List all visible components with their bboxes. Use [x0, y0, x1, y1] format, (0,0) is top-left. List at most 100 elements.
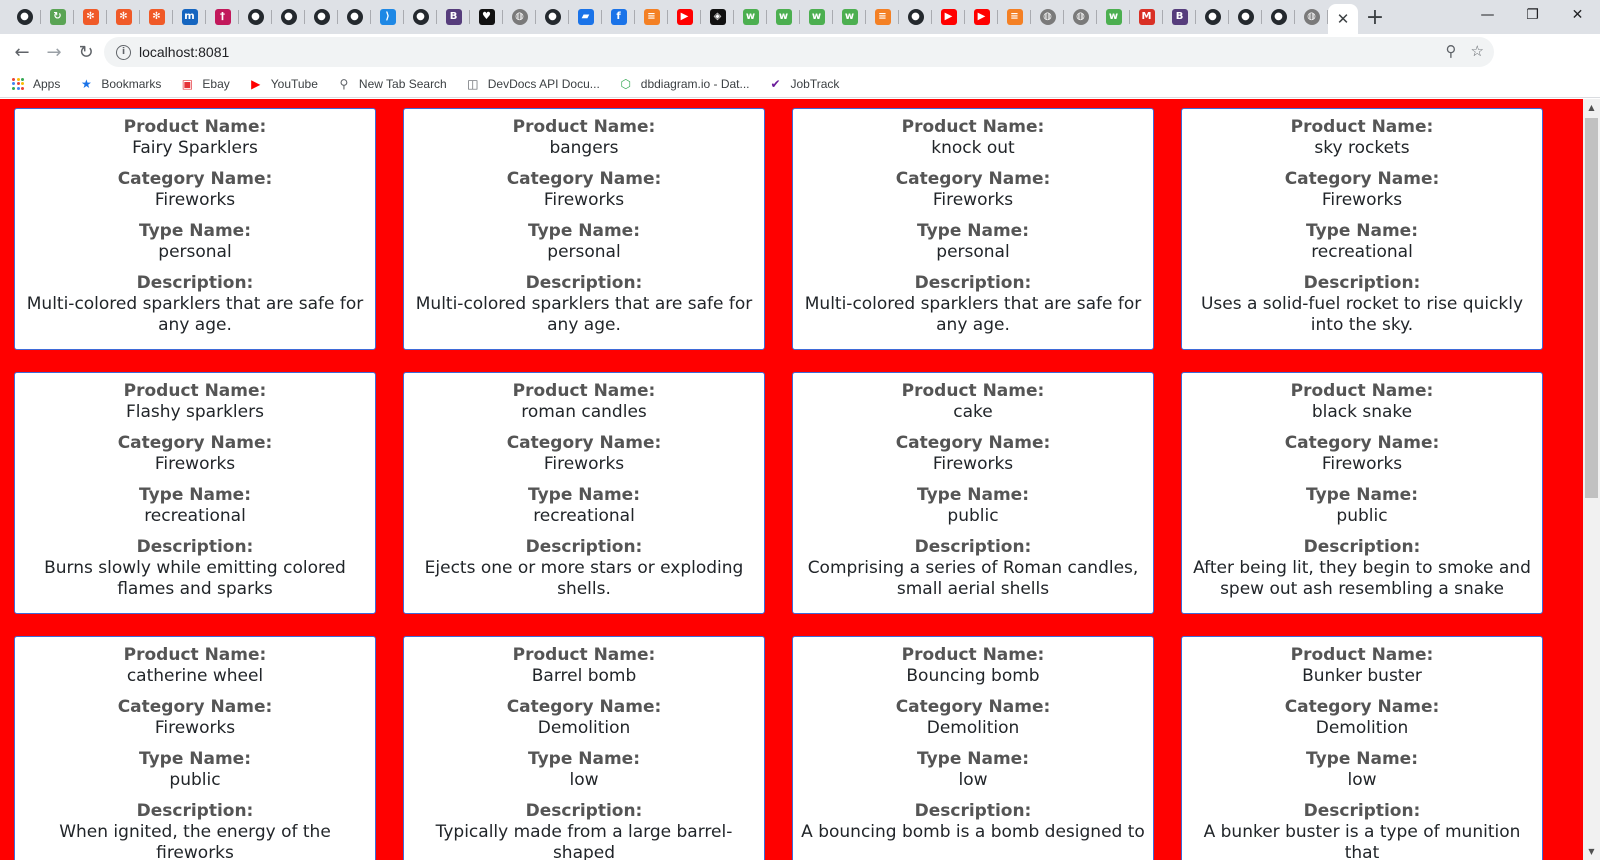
- github-icon: ●: [1237, 9, 1254, 25]
- pinned-tab[interactable]: ●: [899, 0, 932, 34]
- active-tab[interactable]: ✕: [1328, 4, 1358, 34]
- product-name-value: bangers: [549, 138, 619, 158]
- github-icon: ●: [1270, 9, 1287, 25]
- pinned-tab[interactable]: ▰: [569, 0, 602, 34]
- pinned-tab[interactable]: ●: [1229, 0, 1262, 34]
- forward-arrow-icon[interactable]: →: [38, 36, 70, 68]
- browser-toolbar: ← → ↻ i localhost:8081 ⚲ ☆ ⋮: [0, 34, 1600, 96]
- pinned-tab[interactable]: ●: [338, 0, 371, 34]
- pinned-tab[interactable]: ●: [272, 0, 305, 34]
- bookmark-item[interactable]: ◫ DevDocs API Docu...: [465, 76, 600, 92]
- pinned-tab[interactable]: ▶: [965, 0, 998, 34]
- bookmark-item[interactable]: ✔ JobTrack: [768, 76, 839, 92]
- pinned-tab[interactable]: M: [1130, 0, 1163, 34]
- scroll-up-icon[interactable]: ▲: [1583, 99, 1600, 116]
- pinned-tab[interactable]: w: [833, 0, 866, 34]
- type-name-value: low: [958, 770, 988, 790]
- new-tab-button[interactable]: +: [1358, 5, 1392, 30]
- category-name-value: Fireworks: [543, 454, 625, 474]
- pinned-tab[interactable]: w: [800, 0, 833, 34]
- pinned-tab[interactable]: ●: [404, 0, 437, 34]
- category-name-value: Fireworks: [154, 454, 236, 474]
- description-value: Ejects one or more stars or exploding sh…: [424, 558, 744, 599]
- type-name-value: public: [169, 770, 221, 790]
- pinned-tab[interactable]: ●: [536, 0, 569, 34]
- pinned-tab[interactable]: ◍: [1295, 0, 1328, 34]
- bookmark-item[interactable]: ▣ Ebay: [179, 76, 230, 92]
- pinned-tab[interactable]: ≡: [635, 0, 668, 34]
- pinned-tab[interactable]: ◍: [503, 0, 536, 34]
- restore-button[interactable]: ❐: [1510, 0, 1555, 30]
- pinned-tab[interactable]: ●: [305, 0, 338, 34]
- product-name-label: Product Name:: [123, 381, 267, 401]
- scrollbar-thumb[interactable]: [1585, 118, 1598, 498]
- vertical-scrollbar[interactable]: ▲ ▼: [1583, 99, 1600, 860]
- zoom-search-icon[interactable]: ⚲: [1446, 42, 1457, 60]
- type-name-label: Type Name:: [1305, 221, 1419, 241]
- w3schools-icon: w: [808, 9, 825, 25]
- pinned-tab[interactable]: ●: [8, 0, 41, 34]
- category-name-label: Category Name:: [506, 169, 662, 189]
- type-name-label: Type Name:: [527, 485, 641, 505]
- youtube-icon: ▶: [973, 9, 990, 25]
- close-window-button[interactable]: ✕: [1555, 0, 1600, 30]
- pinned-tab[interactable]: ✻: [140, 0, 173, 34]
- github-icon: ●: [1204, 9, 1221, 25]
- pinned-tab[interactable]: ●: [1196, 0, 1229, 34]
- bookmark-item[interactable]: Apps: [10, 76, 60, 92]
- pinned-tab[interactable]: w: [734, 0, 767, 34]
- pinned-tab[interactable]: ⟩: [371, 0, 404, 34]
- pinned-tab[interactable]: ◍: [1031, 0, 1064, 34]
- pinned-tab[interactable]: ◍: [1064, 0, 1097, 34]
- close-tab-icon[interactable]: ✕: [1337, 10, 1350, 28]
- pinned-tab[interactable]: ↻: [41, 0, 74, 34]
- category-name-label: Category Name:: [1284, 169, 1440, 189]
- bookmark-item[interactable]: ★ Bookmarks: [78, 76, 161, 92]
- scroll-down-icon[interactable]: ▼: [1583, 843, 1600, 860]
- pinned-tab[interactable]: ≡: [998, 0, 1031, 34]
- pinned-tab[interactable]: ◈: [701, 0, 734, 34]
- pinned-tab[interactable]: ▶: [668, 0, 701, 34]
- github-icon: ●: [412, 9, 429, 25]
- minimize-button[interactable]: —: [1465, 0, 1510, 30]
- type-name-label: Type Name:: [1305, 749, 1419, 769]
- pinned-tab[interactable]: ≡: [866, 0, 899, 34]
- type-name-label: Type Name:: [916, 485, 1030, 505]
- description-label: Description:: [136, 801, 254, 821]
- youtube-icon: ▶: [251, 76, 261, 91]
- pinned-tab[interactable]: w: [1097, 0, 1130, 34]
- bookmark-item[interactable]: ⚲ New Tab Search: [336, 76, 447, 92]
- bookmark-item[interactable]: ▶ YouTube: [248, 76, 318, 92]
- url-text[interactable]: localhost:8081: [139, 44, 229, 60]
- bookmark-item[interactable]: ⬡ dbdiagram.io - Dat...: [618, 76, 750, 92]
- address-bar[interactable]: i localhost:8081 ⚲ ☆: [104, 37, 1494, 67]
- pinned-tab[interactable]: m: [173, 0, 206, 34]
- bookmarks-bar: Apps ★ Bookmarks ▣ Ebay ▶ YouTube ⚲ New Tab Sear…: [0, 70, 1600, 98]
- product-card: Product Name: Flashy sparklers Category Na…: [14, 372, 376, 614]
- bookmark-star-icon[interactable]: ☆: [1471, 42, 1484, 60]
- pinned-tab[interactable]: ✻: [74, 0, 107, 34]
- pinned-tab[interactable]: †: [206, 0, 239, 34]
- tab-strip: ● ↻ ✻ ✻ ✻ m † ● ● ● ● ⟩ ● B ♥ ◍ ● ▰ f ≡ ▶ ◈ w w w w ≡ ● ▶ ▶ ≡ ◍ ◍ w M B ● ● ● ◍…: [0, 0, 1600, 34]
- pinned-tab[interactable]: ●: [239, 0, 272, 34]
- pinned-tab[interactable]: ✻: [107, 0, 140, 34]
- type-name-value: recreational: [144, 506, 246, 526]
- pinned-tab[interactable]: w: [767, 0, 800, 34]
- product-name-value: catherine wheel: [126, 666, 264, 686]
- pinned-tab[interactable]: ♥: [470, 0, 503, 34]
- pinned-tab[interactable]: B: [1163, 0, 1196, 34]
- pinned-tab[interactable]: ▶: [932, 0, 965, 34]
- pinned-tab[interactable]: B: [437, 0, 470, 34]
- back-arrow-icon[interactable]: ←: [6, 36, 38, 68]
- site-info-icon[interactable]: i: [116, 44, 131, 60]
- type-name-value: public: [1336, 506, 1388, 526]
- type-name-value: personal: [158, 242, 232, 262]
- description-value: A bouncing bomb is a bomb designed to: [801, 822, 1145, 842]
- dbdiagram-icon: ⬡: [620, 76, 632, 91]
- pinned-tab[interactable]: ●: [1262, 0, 1295, 34]
- type-name-value: recreational: [533, 506, 635, 526]
- reload-icon[interactable]: ↻: [70, 36, 102, 68]
- product-name-label: Product Name:: [123, 117, 267, 137]
- pinned-tab[interactable]: f: [602, 0, 635, 34]
- category-name-value: Fireworks: [154, 190, 236, 210]
